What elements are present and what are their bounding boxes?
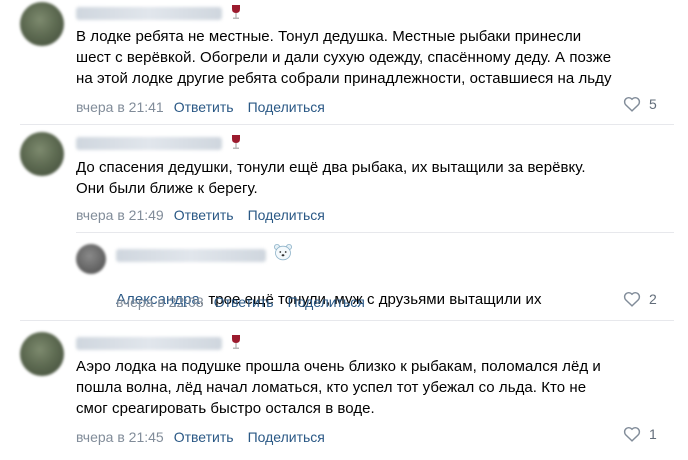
polar-bear-icon (274, 244, 292, 261)
comment-meta: вчера в 21:41 Ответить Поделиться (76, 98, 325, 116)
like-count: 2 (649, 291, 657, 307)
reply-avatar[interactable] (76, 244, 106, 274)
avatar[interactable] (20, 332, 64, 376)
comment-time[interactable]: вчера в 21:41 (76, 98, 164, 116)
like-count: 1 (649, 426, 657, 442)
author-name-blurred[interactable] (76, 7, 222, 20)
reply-divider (76, 232, 674, 233)
wine-glass-icon (232, 335, 240, 349)
like-button[interactable]: 1 (623, 426, 657, 442)
like-button[interactable]: 5 (623, 96, 657, 112)
heart-icon (623, 291, 641, 307)
reply-share-button[interactable]: Поделиться (288, 293, 365, 311)
reply-button[interactable]: Ответить (174, 206, 234, 224)
avatar[interactable] (20, 2, 64, 46)
reply-time[interactable]: вчера в 22:08 (116, 293, 204, 311)
reply-reply-button[interactable]: Ответить (214, 293, 274, 311)
wine-glass-icon (232, 135, 240, 149)
comment-meta: вчера в 21:45 Ответить Поделиться (76, 428, 325, 446)
share-button[interactable]: Поделиться (248, 428, 325, 446)
like-count: 5 (649, 96, 657, 112)
reply-meta: вчера в 22:08 Ответить Поделиться (116, 293, 365, 311)
wine-glass-icon (232, 5, 240, 19)
share-button[interactable]: Поделиться (248, 206, 325, 224)
comment-time[interactable]: вчера в 21:45 (76, 428, 164, 446)
reply-author-name-blurred[interactable] (116, 249, 266, 262)
reply-button[interactable]: Ответить (174, 98, 234, 116)
comment-time[interactable]: вчера в 21:49 (76, 206, 164, 224)
author-name-blurred[interactable] (76, 137, 222, 150)
reply-button[interactable]: Ответить (174, 428, 234, 446)
comment-meta: вчера в 21:49 Ответить Поделиться (76, 206, 325, 224)
divider (20, 124, 674, 125)
heart-icon (623, 426, 641, 442)
reply-like-button[interactable]: 2 (623, 291, 657, 307)
comment-text: Аэро лодка на подушке прошла очень близк… (76, 358, 601, 417)
share-button[interactable]: Поделиться (248, 98, 325, 116)
heart-icon (623, 96, 641, 112)
comment-text: До спасения дедушки, тонули ещё два рыба… (76, 159, 586, 197)
comment-text: В лодке ребята не местные. Тонул дедушка… (76, 28, 612, 87)
divider (20, 320, 674, 321)
avatar[interactable] (20, 132, 64, 176)
author-name-blurred[interactable] (76, 337, 222, 350)
